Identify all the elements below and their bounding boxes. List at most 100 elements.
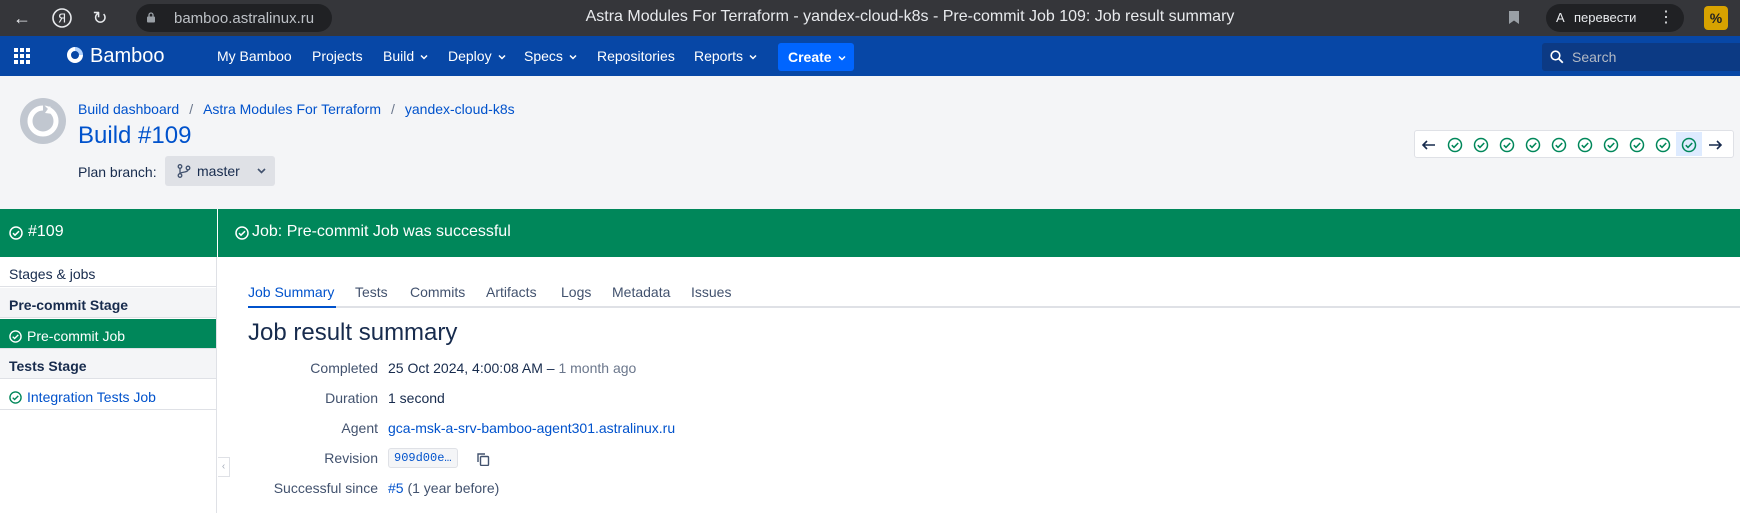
agent-link-wrap: gca-msk-a-srv-bamboo-agent301.astralinux… bbox=[388, 420, 675, 436]
build-success-icon[interactable] bbox=[1525, 137, 1541, 153]
breadcrumb-project[interactable]: Astra Modules For Terraform bbox=[203, 101, 381, 117]
translate-icon: A bbox=[1556, 10, 1565, 25]
build-success-icon[interactable] bbox=[1655, 137, 1671, 153]
tab-tests[interactable]: Tests bbox=[355, 284, 388, 300]
url-text: bamboo.astralinux.ru bbox=[174, 10, 315, 27]
build-title[interactable]: Build #109 bbox=[78, 122, 191, 150]
breadcrumb-build-dashboard[interactable]: Build dashboard bbox=[78, 101, 179, 117]
build-success-icon[interactable] bbox=[1473, 137, 1489, 153]
sidebar-stage-precommit: Pre-commit Stage bbox=[0, 288, 216, 318]
build-success-icon[interactable] bbox=[1551, 137, 1567, 153]
build-history bbox=[1414, 130, 1734, 158]
reload-icon[interactable]: ↻ bbox=[88, 6, 112, 30]
lock-icon bbox=[147, 12, 155, 23]
previous-build-icon[interactable] bbox=[1421, 137, 1437, 153]
sidebar-stage-tests: Tests Stage bbox=[0, 349, 216, 379]
agent-label: Agent bbox=[341, 420, 378, 436]
search-input[interactable] bbox=[1572, 47, 1732, 67]
bamboo-logo-icon bbox=[67, 47, 83, 63]
completed-value: 25 Oct 2024, 4:00:08 AM – 1 month ago bbox=[388, 360, 637, 376]
build-number: #109 bbox=[28, 223, 64, 240]
plan-avatar-icon bbox=[20, 98, 66, 144]
build-success-icon[interactable] bbox=[1681, 137, 1697, 153]
copy-icon[interactable] bbox=[476, 452, 490, 466]
sidebar-stages-jobs[interactable]: Stages & jobs bbox=[0, 257, 216, 287]
back-icon[interactable]: ← bbox=[10, 6, 34, 30]
tab-issues[interactable]: Issues bbox=[691, 284, 731, 300]
job-tabs: Job Summary Tests Commits Artifacts Logs… bbox=[248, 282, 1740, 308]
page-header: Build dashboard / Astra Modules For Terraf… bbox=[0, 76, 1740, 209]
bamboo-logo[interactable]: Bamboo bbox=[66, 45, 165, 68]
chevron-down-icon bbox=[838, 55, 846, 61]
build-success-icon[interactable] bbox=[1499, 137, 1515, 153]
tab-title: Astra Modules For Terraform - yandex-clo… bbox=[585, 8, 1235, 25]
search-box[interactable] bbox=[1542, 43, 1740, 71]
nav-deploy[interactable]: Deploy bbox=[448, 48, 506, 64]
revision-link[interactable]: 909d00e… bbox=[388, 448, 458, 468]
successful-since-link[interactable]: #5 bbox=[388, 480, 404, 496]
successful-since-value: #5 (1 year before) bbox=[388, 480, 500, 496]
nav-build[interactable]: Build bbox=[383, 48, 428, 64]
translate-button[interactable]: A перевести ⋮ bbox=[1546, 4, 1684, 32]
job-status-text: Job: Pre-commit Job was successful bbox=[252, 223, 511, 240]
chevron-down-icon bbox=[569, 54, 577, 60]
logo-text: Bamboo bbox=[90, 45, 165, 67]
build-success-icon[interactable] bbox=[1603, 137, 1619, 153]
plan-branch-label: Plan branch: bbox=[78, 164, 157, 180]
build-success-icon[interactable] bbox=[1629, 137, 1645, 153]
create-button[interactable]: Create bbox=[778, 43, 854, 71]
chevron-down-icon bbox=[420, 54, 428, 60]
revision-value: 909d00e… bbox=[388, 448, 458, 468]
revision-label: Revision bbox=[324, 450, 378, 466]
address-bar[interactable]: bamboo.astralinux.ru bbox=[136, 4, 332, 32]
branch-name: master bbox=[197, 163, 240, 179]
completed-label: Completed bbox=[310, 360, 378, 376]
successful-since-label: Successful since bbox=[273, 480, 378, 496]
search-icon bbox=[1550, 50, 1564, 64]
app-header: Bamboo My Bamboo Projects Build Deploy S… bbox=[0, 36, 1740, 76]
nav-my-bamboo[interactable]: My Bamboo bbox=[217, 48, 292, 64]
nav-projects[interactable]: Projects bbox=[312, 48, 363, 64]
duration-label: Duration bbox=[325, 390, 378, 406]
completed-ago: 1 month ago bbox=[558, 360, 637, 376]
translate-label: перевести bbox=[1574, 10, 1637, 25]
next-build-icon[interactable] bbox=[1707, 137, 1723, 153]
job-status-banner: Job: Pre-commit Job was successful bbox=[218, 209, 1740, 257]
agent-link[interactable]: gca-msk-a-srv-bamboo-agent301.astralinux… bbox=[388, 420, 675, 436]
nav-reports[interactable]: Reports bbox=[694, 48, 757, 64]
more-icon[interactable]: ⋮ bbox=[1658, 7, 1674, 27]
tab-logs[interactable]: Logs bbox=[561, 284, 591, 300]
branch-icon bbox=[177, 164, 191, 178]
success-icon bbox=[9, 226, 23, 240]
nav-repositories[interactable]: Repositories bbox=[597, 48, 675, 64]
browser-toolbar: ← Я ↻ bamboo.astralinux.ru Astra Modules… bbox=[0, 0, 1740, 36]
app-switcher-icon[interactable] bbox=[14, 48, 30, 64]
breadcrumb-separator: / bbox=[390, 101, 395, 117]
tab-commits[interactable]: Commits bbox=[410, 284, 465, 300]
success-icon bbox=[235, 226, 249, 240]
sidebar-job-integration-tests[interactable]: Integration Tests Job bbox=[0, 380, 216, 410]
success-icon bbox=[9, 391, 22, 404]
chevron-down-icon bbox=[749, 54, 757, 60]
breadcrumb-plan[interactable]: yandex-cloud-k8s bbox=[405, 101, 515, 117]
branch-select[interactable]: master bbox=[165, 156, 275, 186]
tab-job-summary[interactable]: Job Summary bbox=[248, 284, 334, 300]
chevron-down-icon bbox=[498, 54, 506, 60]
page-title: Job result summary bbox=[248, 319, 458, 346]
breadcrumb: Build dashboard / Astra Modules For Terraf… bbox=[78, 101, 515, 117]
breadcrumb-separator: / bbox=[189, 101, 194, 117]
tab-metadata[interactable]: Metadata bbox=[612, 284, 670, 300]
duration-value: 1 second bbox=[388, 390, 445, 406]
sidebar-collapse-handle[interactable]: ‹ bbox=[218, 457, 230, 477]
chevron-down-icon bbox=[257, 168, 266, 174]
bookmark-icon[interactable] bbox=[1508, 10, 1520, 25]
extension-icon[interactable]: % bbox=[1704, 6, 1728, 30]
sidebar-job-precommit[interactable]: Pre-commit Job bbox=[0, 319, 216, 349]
build-success-icon[interactable] bbox=[1447, 137, 1463, 153]
svg-text:Я: Я bbox=[58, 12, 66, 26]
tab-artifacts[interactable]: Artifacts bbox=[486, 284, 537, 300]
yandex-icon[interactable]: Я bbox=[50, 6, 74, 30]
build-success-icon[interactable] bbox=[1577, 137, 1593, 153]
nav-specs[interactable]: Specs bbox=[524, 48, 577, 64]
active-tab-indicator bbox=[248, 306, 336, 308]
